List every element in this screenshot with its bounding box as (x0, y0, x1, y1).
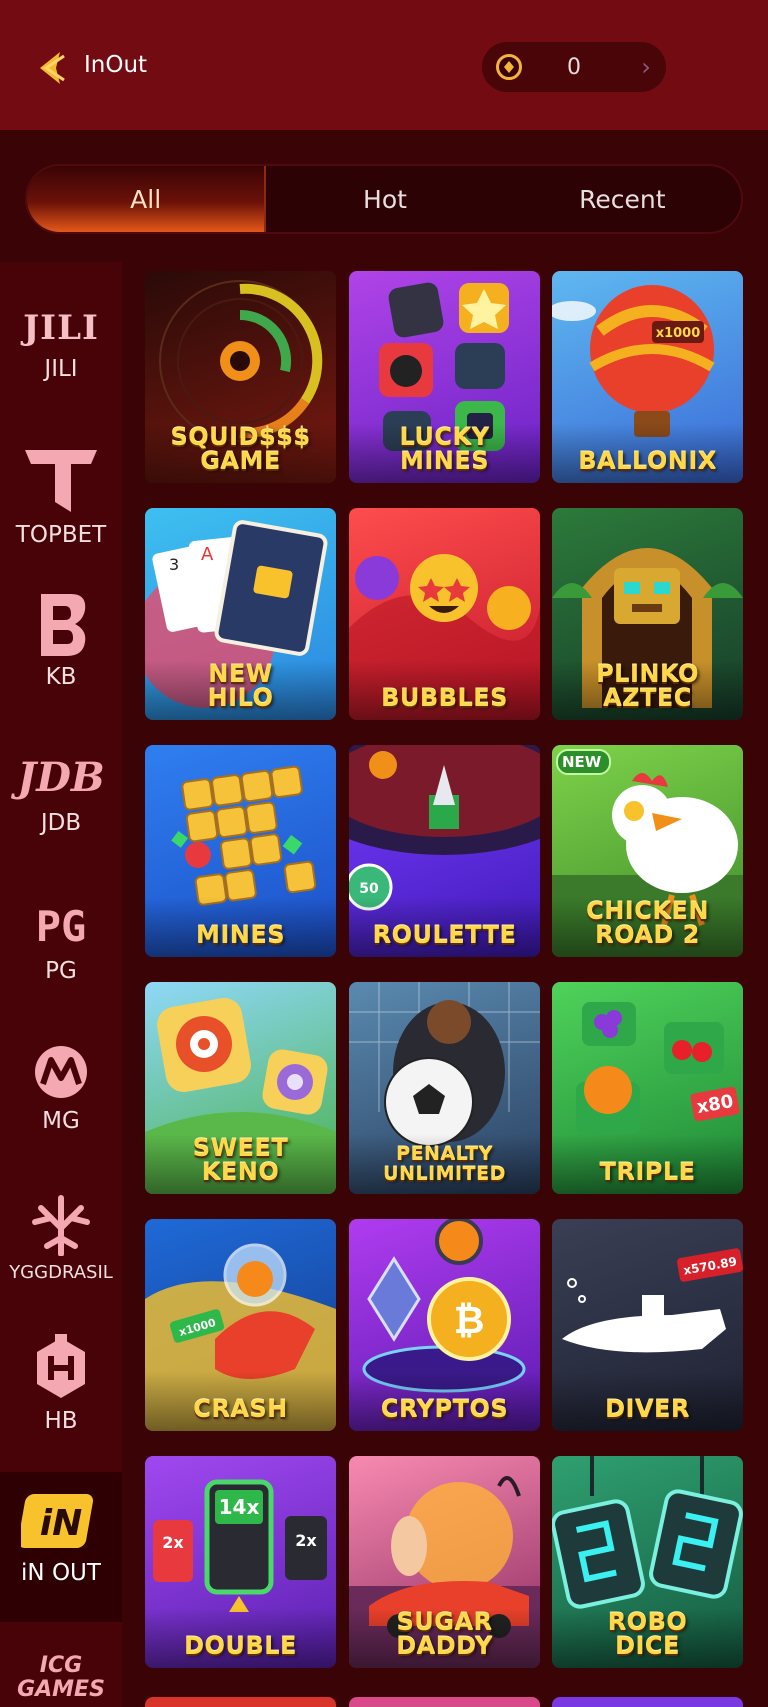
svg-text:50: 50 (359, 881, 379, 897)
game-tile[interactable]: x570.89 DIVER (552, 1219, 743, 1431)
game-tile[interactable]: x1000 CRASH (145, 1219, 336, 1431)
tab-all[interactable]: All (27, 166, 267, 232)
provider-jili[interactable]: JILI JILI (0, 306, 122, 382)
coin-icon (496, 54, 522, 80)
page-title: InOut (84, 52, 148, 78)
category-tabs: All Hot Recent (25, 164, 743, 234)
icg-games-logo-icon: ICG GAMES (17, 1653, 105, 1702)
game-tile[interactable]: 50 ROULETTE (349, 745, 540, 957)
game-title: DOUBLE (184, 1632, 297, 1660)
game-title: MINES (195, 921, 286, 949)
game-tile[interactable]: PLINKO AZTEC (552, 508, 743, 720)
provider-sidebar: JILI JILI TOPBET KB JDB JDB PG PG MG YGG… (0, 262, 122, 1707)
game-tile[interactable]: ₿ CRYPTOS (349, 1219, 540, 1431)
provider-label: iN OUT (21, 1560, 101, 1586)
game-title: SWEET KENO (192, 1134, 289, 1186)
game-title: NEW HILO (207, 660, 274, 712)
provider-label: PG (45, 958, 77, 984)
jili-logo-icon: JILI (23, 308, 99, 348)
game-tile[interactable]: x1000 BALLONIX (552, 271, 743, 483)
game-tile-partial[interactable] (349, 1697, 540, 1707)
svg-text:14x: 14x (219, 1495, 260, 1519)
game-tile[interactable]: LUCKY MINES (349, 271, 540, 483)
game-title: BUBBLES (381, 684, 508, 712)
provider-label: MG (42, 1108, 80, 1134)
svg-text:iN: iN (40, 1503, 82, 1544)
game-tile[interactable]: ROBO DICE (552, 1456, 743, 1668)
provider-icg[interactable]: ICG GAMES (0, 1654, 122, 1707)
hb-logo-icon (0, 1334, 122, 1402)
balance-value: 0 (567, 54, 581, 80)
game-title: SUGAR DADDY (396, 1608, 493, 1660)
provider-label: TOPBET (15, 522, 107, 548)
game-title: ROBO DICE (607, 1608, 688, 1660)
kb-logo-icon (0, 592, 122, 658)
provider-label: YGGDRASIL (9, 1262, 113, 1283)
back-arrow-icon (40, 52, 65, 84)
top-bar: InOut 0 › (0, 0, 768, 130)
provider-label: KB (45, 664, 77, 690)
game-title: SQUID$$$ GAME (170, 423, 311, 475)
game-tile[interactable]: x80 TRIPLE (552, 982, 743, 1194)
game-tile-partial[interactable] (145, 1697, 336, 1707)
game-title: CRYPTOS (380, 1395, 509, 1423)
provider-inout[interactable]: iN iN OUT (0, 1472, 122, 1622)
balance-pill[interactable]: 0 › (482, 42, 666, 92)
tab-hot[interactable]: Hot (266, 166, 503, 232)
svg-text:x1000: x1000 (656, 326, 701, 341)
game-tile-partial[interactable] (552, 1697, 743, 1707)
game-title: CHICKEN ROAD 2 (586, 897, 709, 949)
game-tile[interactable]: SQUID$$$ GAME (145, 271, 336, 483)
new-badge: NEW (556, 749, 612, 775)
provider-kb[interactable]: KB (0, 592, 122, 690)
provider-pg[interactable]: PG PG (0, 902, 122, 984)
provider-mg[interactable]: MG (0, 1044, 122, 1134)
yggdrasil-tree-icon (0, 1194, 122, 1257)
back-button[interactable] (28, 48, 72, 88)
svg-text:A: A (201, 544, 214, 565)
svg-text:3: 3 (169, 555, 179, 574)
game-tile[interactable]: 3 A NEW HILO (145, 508, 336, 720)
game-title: CRASH (193, 1395, 288, 1423)
provider-topbet[interactable]: TOPBET (0, 446, 122, 548)
game-title: PLINKO AZTEC (596, 660, 699, 712)
game-title: TRIPLE (599, 1158, 696, 1186)
provider-jdb[interactable]: JDB JDB (0, 752, 122, 836)
svg-text:2x: 2x (162, 1533, 184, 1552)
tab-recent[interactable]: Recent (504, 166, 741, 232)
jdb-logo-icon: JDB (17, 754, 105, 801)
svg-text:2x: 2x (295, 1531, 317, 1550)
provider-label: HB (44, 1408, 78, 1434)
game-title: DIVER (605, 1395, 690, 1423)
game-tile[interactable]: SWEET KENO (145, 982, 336, 1194)
inout-logo-icon: iN (0, 1490, 122, 1554)
game-tile[interactable]: BUBBLES (349, 508, 540, 720)
game-title: ROULETTE (372, 921, 517, 949)
game-title: LUCKY MINES (399, 423, 490, 475)
game-tile[interactable]: NEW CHICKEN ROAD 2 (552, 745, 743, 957)
provider-label: JDB (40, 810, 82, 836)
mg-logo-icon (0, 1044, 122, 1102)
provider-label: JILI (44, 356, 78, 382)
game-tile[interactable]: 14x 2x 2x DOUBLE (145, 1456, 336, 1668)
svg-text:₿: ₿ (454, 1298, 485, 1342)
provider-yggdrasil[interactable]: YGGDRASIL (0, 1194, 122, 1283)
game-title: BALLONIX (578, 447, 717, 475)
game-tile[interactable]: MINES (145, 745, 336, 957)
game-title: PENALTY UNLIMITED (383, 1143, 506, 1185)
game-tile[interactable]: PENALTY UNLIMITED (349, 982, 540, 1194)
pg-logo-icon: PG (35, 902, 87, 951)
provider-hb[interactable]: HB (0, 1334, 122, 1434)
topbet-logo-icon (0, 446, 122, 516)
game-tile[interactable]: SUGAR DADDY (349, 1456, 540, 1668)
chevron-right-icon: › (641, 53, 651, 81)
